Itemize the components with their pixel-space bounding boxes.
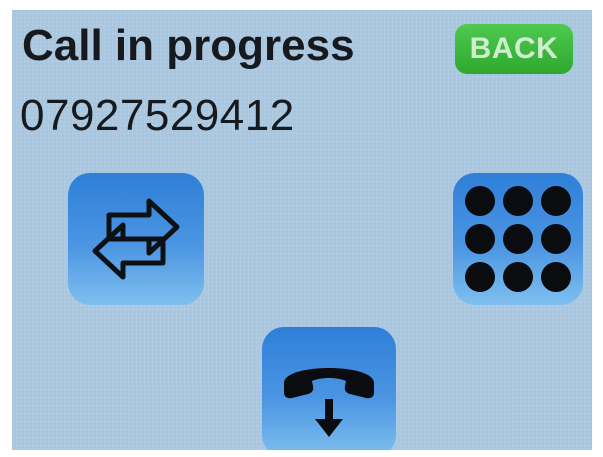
hang-up-button[interactable] (262, 327, 396, 450)
call-screen: Call in progress 07927529412 BACK (12, 10, 592, 450)
hang-up-icon (284, 368, 374, 437)
phone-number: 07927529412 (20, 91, 295, 140)
swap-call-button[interactable] (68, 173, 204, 305)
keypad-button[interactable] (453, 173, 583, 305)
back-button[interactable]: BACK (455, 24, 573, 74)
keypad-icon (465, 186, 571, 292)
swap-arrows-icon (92, 198, 180, 280)
call-status-title: Call in progress (22, 21, 355, 70)
